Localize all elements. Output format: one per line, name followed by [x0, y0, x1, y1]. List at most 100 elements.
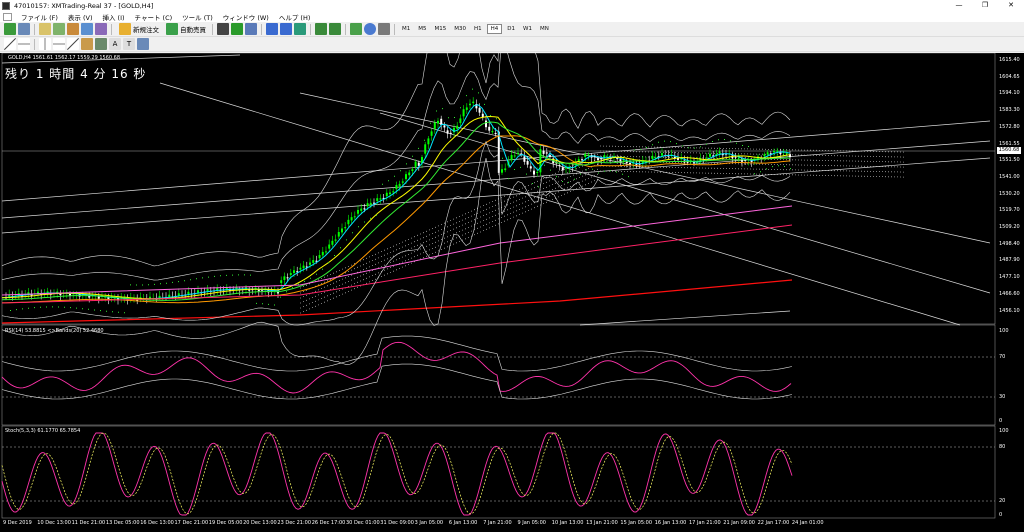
time-tick-label: 16 Dec 13:00	[140, 520, 174, 526]
candlestick-icon[interactable]	[231, 23, 243, 35]
timeframe-m30[interactable]: M30	[451, 25, 469, 33]
trendline-icon[interactable]	[67, 38, 79, 50]
new-order-button[interactable]: 新規注文	[118, 23, 159, 35]
time-tick-label: 10 Jan 13:00	[551, 520, 584, 526]
strategy-tester-icon[interactable]	[95, 23, 107, 35]
separator	[261, 23, 262, 35]
time-tick-label: 22 Jan 17:00	[757, 520, 790, 526]
timeframe-h4[interactable]: H4	[486, 24, 503, 34]
time-tick-label: 3 Jan 05:00	[414, 520, 444, 526]
candle-body	[437, 120, 439, 124]
equidistant-channel-icon[interactable]	[81, 38, 93, 50]
candle-body	[776, 150, 779, 152]
menu-view[interactable]: 表示 (V)	[68, 12, 93, 22]
current-price-label: 1560.68	[997, 147, 1021, 154]
chart-canvas[interactable]	[0, 53, 1024, 532]
crosshair-icon[interactable]	[18, 38, 30, 50]
menu-insert[interactable]: 挿入 (I)	[102, 12, 124, 22]
zoom-in-icon[interactable]	[266, 23, 278, 35]
text-icon[interactable]: A	[109, 38, 121, 50]
time-tick-label: 17 Jan 21:00	[689, 520, 721, 526]
timeframe-m1[interactable]: M1	[399, 25, 413, 33]
chart-shift-icon[interactable]	[315, 23, 327, 35]
market-watch-icon[interactable]	[39, 23, 51, 35]
menu-help[interactable]: ヘルプ (H)	[279, 12, 311, 22]
candle-body	[366, 203, 369, 207]
candle-body	[357, 209, 359, 214]
chart-window-icon[interactable]	[3, 12, 12, 21]
bar-chart-icon[interactable]	[217, 23, 229, 35]
line-chart-icon[interactable]	[245, 23, 257, 35]
timeframe-m5[interactable]: M5	[415, 25, 429, 33]
price-tick-label: 1477.10	[999, 274, 1020, 281]
symbol-info: GOLD,H4 1561.61 1562.17 1559.29 1560.68	[8, 55, 121, 61]
timeframe-w1[interactable]: W1	[520, 25, 535, 33]
close-button[interactable]: ✕	[998, 0, 1024, 11]
rsi-level-label: 70	[999, 354, 1006, 360]
timeframe-m15[interactable]: M15	[432, 25, 450, 33]
candle-body	[433, 122, 436, 129]
candle-body	[389, 192, 391, 195]
price-tick-label: 1583.30	[999, 107, 1020, 114]
new-chart-icon[interactable]	[4, 23, 16, 35]
arrows-icon[interactable]	[137, 38, 149, 50]
periods-icon[interactable]	[364, 23, 376, 35]
time-tick-label: 17 Dec 21:00	[174, 520, 209, 526]
candle-body	[398, 183, 401, 187]
restore-button[interactable]: ❐	[972, 0, 998, 11]
candle-body	[718, 151, 721, 154]
text-label-icon[interactable]: T	[123, 38, 135, 50]
autoscroll-icon[interactable]	[329, 23, 341, 35]
auto-trading-button[interactable]: 自動売買	[165, 23, 206, 35]
stoch-main-line	[1, 432, 793, 516]
candle-body	[392, 191, 395, 193]
time-tick-label: 21 Jan 09:00	[723, 520, 755, 526]
candle-body	[369, 202, 372, 205]
candle-body	[465, 107, 468, 110]
cursor-icon[interactable]	[4, 38, 16, 50]
rsi-level-label: 100	[999, 328, 1009, 334]
candle-body	[558, 165, 561, 167]
data-window-icon[interactable]	[53, 23, 65, 35]
zoom-out-icon[interactable]	[280, 23, 292, 35]
drawing-toolbar: A T	[0, 37, 1024, 52]
price-tick-label: 1456.10	[999, 307, 1020, 314]
rsi-info: RSI(14) 53.8815 <>Bands(20) 52.4680	[5, 328, 104, 334]
bollinger-band	[1, 53, 791, 267]
separator	[212, 23, 213, 35]
candle-body	[504, 168, 507, 171]
candle-body	[526, 161, 529, 165]
time-tick-label: 13 Dec 05:00	[105, 520, 140, 526]
auto-trading-icon	[166, 23, 178, 35]
candle-body	[478, 107, 481, 113]
time-tick-label: 31 Dec 09:00	[380, 520, 414, 526]
profiles-icon[interactable]	[18, 23, 30, 35]
candle-body	[485, 120, 487, 128]
menu-window[interactable]: ウィンドウ (W)	[223, 12, 269, 22]
rsi-line	[1, 341, 792, 394]
timeframe-mn[interactable]: MN	[537, 25, 552, 33]
tile-windows-icon[interactable]	[294, 23, 306, 35]
price-tick-label: 1561.55	[999, 140, 1020, 147]
menu-chart[interactable]: チャート (C)	[135, 12, 173, 22]
standard-toolbar: 新規注文 自動売買 M1 M5 M15 M30 H1 H4 D1 W1 MN	[0, 22, 1024, 37]
timeframe-d1[interactable]: D1	[504, 25, 518, 33]
price-tick-label: 1572.80	[999, 123, 1020, 130]
chart-window[interactable]: GOLD,H4 1561.61 1562.17 1559.29 1560.68 …	[0, 53, 1024, 532]
candle-body	[459, 118, 462, 124]
indicators-icon[interactable]	[350, 23, 362, 35]
fibonacci-icon[interactable]	[95, 38, 107, 50]
candle-body	[603, 155, 606, 158]
menu-file[interactable]: ファイル (F)	[21, 12, 58, 22]
timeframe-h1[interactable]: H1	[471, 25, 485, 33]
terminal-icon[interactable]	[81, 23, 93, 35]
horizontal-line-icon[interactable]	[53, 38, 65, 50]
vertical-line-icon[interactable]	[39, 38, 51, 50]
templates-icon[interactable]	[378, 23, 390, 35]
navigator-icon[interactable]	[67, 23, 79, 35]
candle-body	[405, 174, 407, 180]
minimize-button[interactable]: —	[946, 0, 972, 11]
candle-body	[293, 270, 295, 274]
menu-tools[interactable]: ツール (T)	[182, 12, 213, 22]
stoch-level-label: 0	[999, 512, 1003, 518]
